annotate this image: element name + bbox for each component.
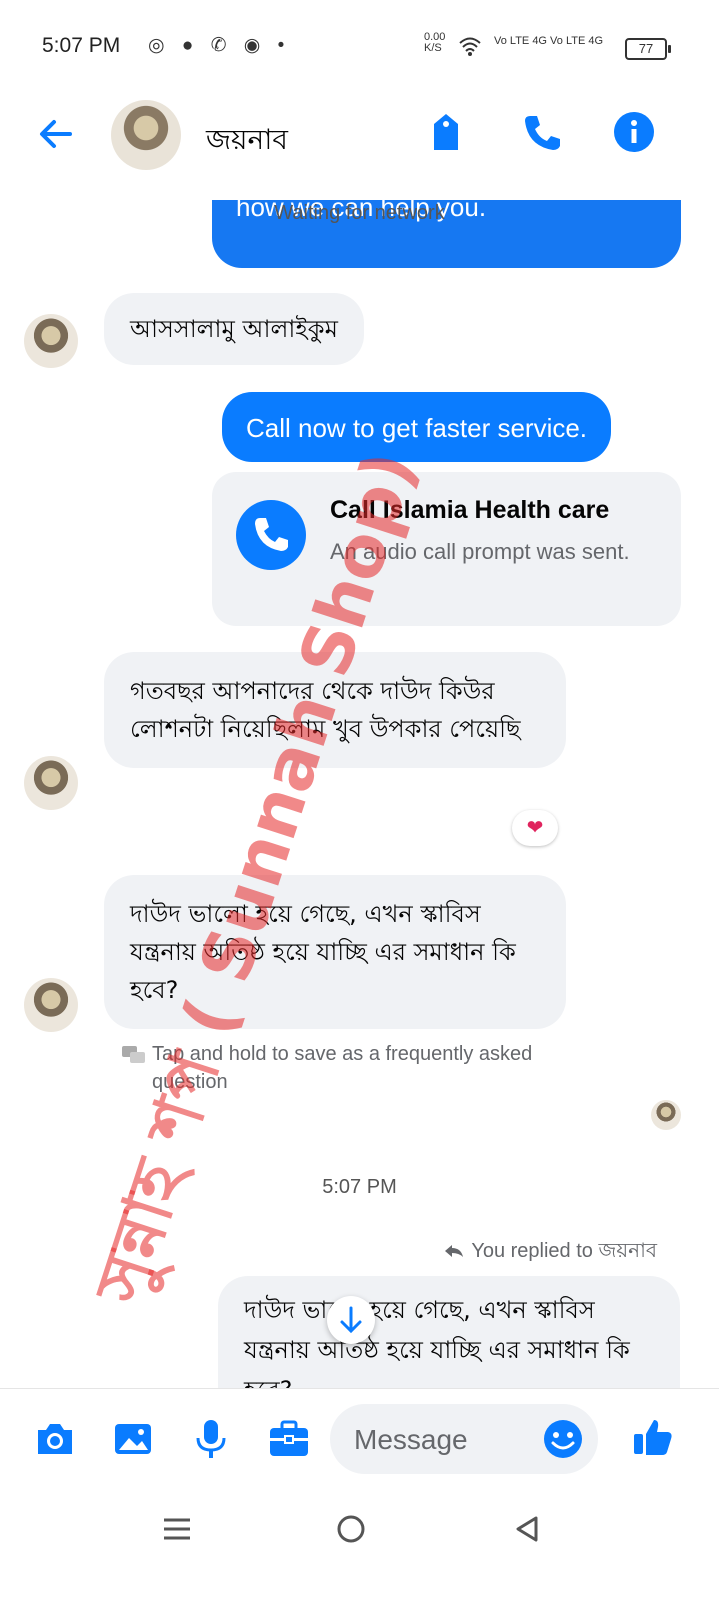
emoji-icon[interactable] [540,1416,586,1462]
contact-avatar[interactable] [111,100,181,170]
battery-indicator: 77 [625,38,671,60]
incoming-message[interactable]: আসসালামু আলাইকুম [104,293,364,365]
status-time: 5:07 PM [42,34,121,57]
message-input[interactable] [352,1404,536,1476]
reply-label-text: You replied to জয়নাব [471,1240,657,1262]
contact-name[interactable]: জয়নাব [206,118,288,165]
back-arrow-icon[interactable] [34,112,78,156]
call-prompt-card[interactable]: Call Islamia Health care An audio call p… [212,472,681,626]
seen-avatar [651,1100,681,1130]
reply-arrow-icon [445,1245,464,1257]
network-status: Waiting for network [274,202,445,224]
phone-icon [255,518,288,551]
net-speed: 0.00 K/S [424,31,446,54]
system-nav-bar [0,1490,719,1600]
outgoing-message[interactable]: Call now to get faster service. [222,392,612,462]
quoted-reply[interactable]: দাউদ ভালো হয়ে গেছে, এখন স্কাবিস যন্ত্রন… [218,1276,680,1402]
home-icon[interactable] [334,1512,368,1546]
menu-icon[interactable] [160,1512,194,1546]
heart-icon[interactable]: ❤ [512,810,558,846]
reply-label: You replied to জয়নাব [443,1236,657,1269]
call-card-phone-badge [236,500,306,570]
scroll-down-arrow-icon [340,1306,362,1334]
battery-level: 77 [638,41,654,56]
status-bar: 5:07 PM ◎ ● ✆ ◉ • 0.00 K/S Vo LTE 4G Vo … [0,0,719,90]
notification-icons: ◎ ● ✆ ◉ • [148,35,291,56]
image-icon[interactable] [110,1416,156,1462]
back-triangle-icon[interactable] [510,1512,544,1546]
tag-icon[interactable] [424,110,468,154]
mic-icon[interactable] [188,1416,234,1462]
briefcase-icon[interactable] [266,1416,312,1462]
wifi-icon [459,37,481,56]
phone-icon[interactable] [520,110,564,154]
signal-indicators: Vo LTE 4G Vo LTE 4G [494,35,604,47]
sender-avatar[interactable] [24,978,78,1032]
info-icon[interactable] [612,110,656,154]
camera-icon[interactable] [32,1416,78,1462]
scroll-down-button[interactable] [327,1296,375,1344]
message-input-container [330,1404,598,1476]
sender-avatar[interactable] [24,314,78,368]
sender-avatar[interactable] [24,756,78,810]
thumbs-up-icon[interactable] [630,1414,676,1460]
